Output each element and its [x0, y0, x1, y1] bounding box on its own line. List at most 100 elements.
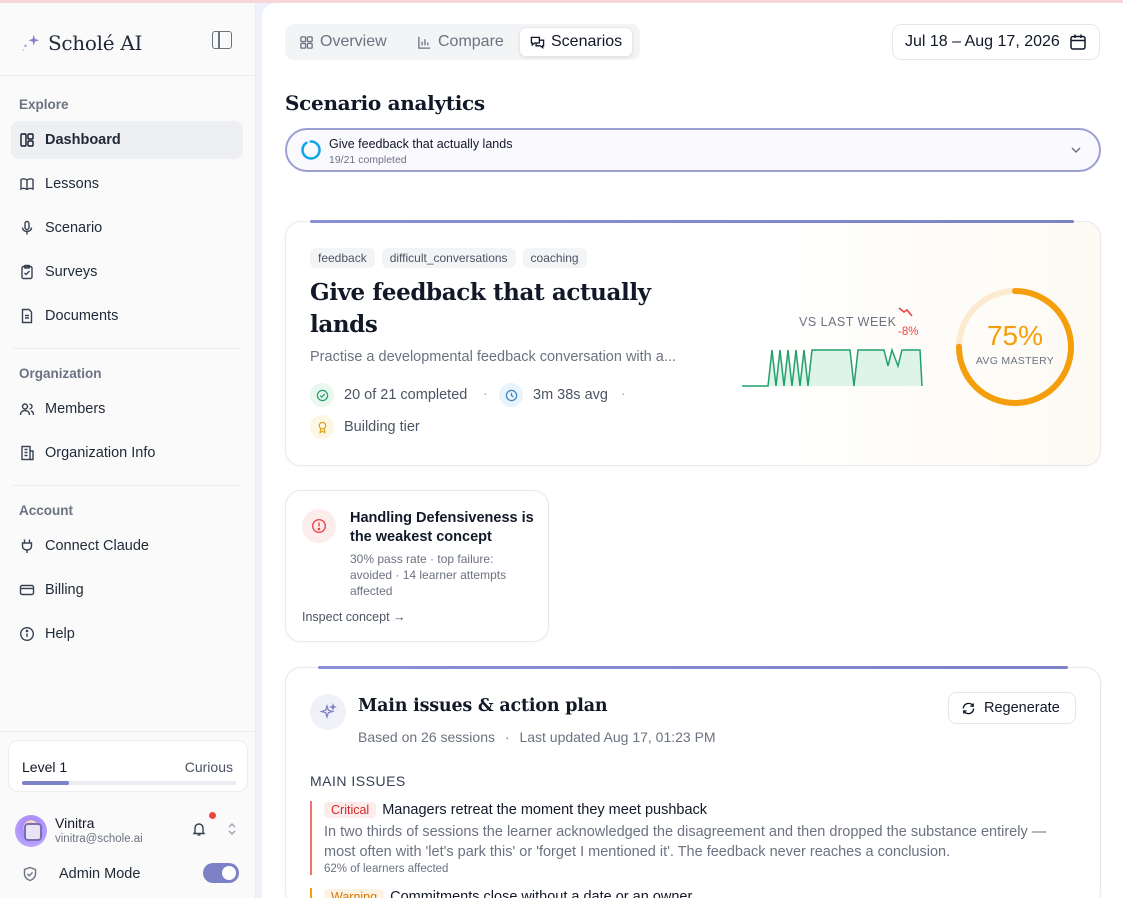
sidebar-item-connect-claude[interactable]: Connect Claude — [11, 527, 243, 565]
divider — [0, 75, 256, 76]
award-icon — [310, 415, 334, 439]
tab-label: Compare — [438, 33, 504, 50]
sidebar-item-label: Help — [45, 626, 75, 642]
sidebar: Scholé AI Explore Dashboard Lessons Scen… — [0, 3, 256, 898]
view-tabs: Overview Compare Scenarios — [285, 24, 640, 60]
section-title-explore: Explore — [19, 97, 69, 112]
main-issues-heading: MAIN ISSUES — [310, 773, 406, 789]
sidebar-item-label: Lessons — [45, 176, 100, 192]
dashboard-icon — [19, 132, 35, 148]
tab-label: Overview — [320, 33, 387, 50]
tab-label: Scenarios — [551, 33, 623, 50]
scenario-description: Practise a developmental feedback conver… — [310, 349, 676, 365]
issue-item[interactable]: Warning Commitments close without a date … — [310, 888, 1080, 898]
card-accent — [318, 666, 1068, 669]
tab-compare[interactable]: Compare — [407, 27, 514, 57]
sidebar-item-help[interactable]: Help — [11, 615, 243, 653]
alert-circle-icon — [302, 509, 336, 543]
plan-meta: Based on 26 sessions · Last updated Aug … — [358, 729, 716, 745]
tier-stat: Building tier — [310, 415, 420, 439]
user-menu[interactable]: Vinitra vinitra@schole.ai — [15, 811, 245, 851]
scenario-summary-card: feedback difficult_conversations coachin… — [285, 220, 1101, 466]
card-icon — [19, 582, 35, 598]
level-label: Level 1 — [22, 759, 68, 775]
sidebar-item-organization-info[interactable]: Organization Info — [11, 434, 243, 472]
separator: · — [621, 385, 626, 401]
sidebar-item-label: Billing — [45, 582, 84, 598]
mastery-label: AVG MASTERY — [975, 355, 1055, 367]
mic-icon — [19, 220, 35, 236]
date-range-picker[interactable]: Jul 18 – Aug 17, 2026 — [892, 24, 1100, 60]
tier-value: Building tier — [344, 419, 420, 435]
tag: coaching — [522, 248, 587, 268]
mastery-value: 75% — [986, 320, 1044, 351]
completed-value: 20 of 21 completed — [344, 387, 468, 403]
separator: · — [504, 729, 510, 745]
sidebar-item-members[interactable]: Members — [11, 390, 243, 428]
tag: feedback — [310, 248, 375, 268]
bell-icon[interactable] — [191, 821, 207, 837]
sidebar-item-surveys[interactable]: Surveys — [11, 253, 243, 291]
divider — [0, 731, 256, 732]
last-updated: Last updated Aug 17, 01:23 PM — [519, 729, 716, 745]
divider — [12, 348, 242, 349]
page-title: Scenario analytics — [285, 91, 485, 115]
brand[interactable]: Scholé AI — [20, 31, 142, 55]
sidebar-item-label: Organization Info — [45, 445, 156, 461]
sidebar-item-label: Dashboard — [45, 132, 121, 148]
sidebar-item-label: Members — [45, 401, 106, 417]
inspect-concept-link[interactable]: Inspect concept → — [302, 610, 406, 624]
concept-subtitle: 30% pass rate · top failure: avoided · 1… — [350, 552, 507, 598]
issue-impact: 62% of learners affected — [324, 863, 449, 875]
tag-list: feedback difficult_conversations coachin… — [310, 248, 587, 268]
separator: · — [483, 385, 488, 401]
divider — [12, 485, 242, 486]
issue-item[interactable]: Critical Managers retreat the moment they… — [310, 801, 1080, 875]
document-icon — [19, 308, 35, 324]
activity-sparkline — [742, 347, 923, 387]
chevron-up-down-icon[interactable] — [226, 821, 238, 837]
admin-mode-label: Admin Mode — [59, 866, 141, 882]
sidebar-item-label: Connect Claude — [45, 538, 149, 554]
notification-dot — [209, 812, 216, 819]
sidebar-toggle-icon[interactable] — [212, 31, 232, 49]
scenario-select-subtitle: 19/21 completed — [329, 154, 407, 166]
issue-body: In two thirds of sessions the learner ac… — [324, 824, 1047, 860]
sidebar-item-scenario[interactable]: Scenario — [11, 209, 243, 247]
sidebar-item-dashboard[interactable]: Dashboard — [11, 121, 243, 159]
sidebar-item-label: Surveys — [45, 264, 98, 280]
admin-mode-row: Admin Mode — [22, 863, 242, 887]
sidebar-item-documents[interactable]: Documents — [11, 297, 243, 335]
vs-last-week-label: VS LAST WEEK — [799, 315, 897, 329]
admin-mode-toggle[interactable] — [203, 863, 239, 883]
check-circle-icon — [310, 383, 334, 407]
scenario-title: Give feedback that actually lands — [310, 279, 651, 338]
scenario-select[interactable]: Give feedback that actually lands 19/21 … — [285, 128, 1101, 172]
tab-overview[interactable]: Overview — [289, 27, 397, 57]
issue-title: Managers retreat the moment they meet pu… — [382, 802, 708, 818]
plan-title: Main issues & action plan — [358, 696, 608, 716]
clipboard-icon — [19, 264, 35, 280]
app-name: Scholé AI — [48, 31, 143, 55]
section-title-organization: Organization — [19, 366, 102, 381]
tab-scenarios[interactable]: Scenarios — [519, 27, 634, 57]
sidebar-item-lessons[interactable]: Lessons — [11, 165, 243, 203]
regenerate-button[interactable]: Regenerate — [948, 692, 1076, 724]
bar-chart-icon — [418, 36, 431, 49]
level-progress-fill — [22, 781, 70, 785]
sidebar-item-billing[interactable]: Billing — [11, 571, 243, 609]
completed-stat: 20 of 21 completed — [310, 383, 467, 407]
trend-down-icon — [898, 307, 913, 317]
sparkles-icon — [310, 694, 346, 730]
date-range-label: Jul 18 – Aug 17, 2026 — [905, 33, 1060, 50]
action-plan-card: Main issues & action plan Based on 26 se… — [285, 666, 1101, 898]
calendar-icon — [1070, 34, 1086, 50]
section-title-account: Account — [19, 503, 73, 518]
regenerate-label: Regenerate — [984, 700, 1060, 716]
level-progress-bar — [22, 781, 236, 785]
chat-icon — [530, 36, 545, 49]
level-card[interactable]: Level 1 Curious — [8, 740, 248, 792]
refresh-icon — [962, 702, 975, 714]
avg-time-stat: 3m 38s avg — [499, 383, 608, 407]
shield-icon — [23, 866, 37, 882]
